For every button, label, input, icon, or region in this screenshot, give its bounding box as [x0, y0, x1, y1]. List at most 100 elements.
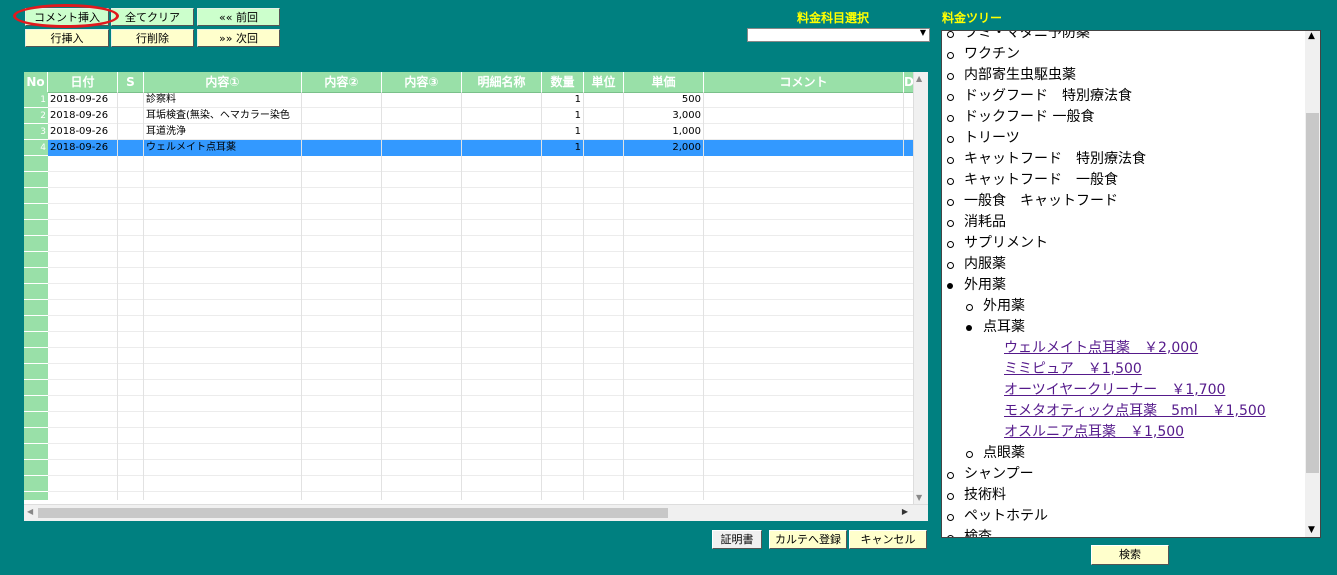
grid-vertical-scrollbar[interactable]: ▲ ▼ [913, 72, 928, 504]
detail-cell[interactable] [462, 124, 542, 140]
content1-cell[interactable]: 診察料 [144, 92, 302, 108]
content2-cell[interactable] [302, 140, 382, 156]
table-row[interactable]: 2018-09-26 耳垢検査(無染、ヘマカラー染色 1 3,000 [48, 108, 914, 124]
qty-cell[interactable]: 1 [542, 108, 584, 124]
tree-subitem[interactable]: 点眼薬 [942, 443, 1320, 464]
tree-item[interactable]: ドッグフード 特別療法食 [942, 86, 1320, 107]
table-row-selected[interactable]: 2018-09-26 ウェルメイト点耳薬 1 2,000 [48, 140, 914, 156]
s-cell[interactable] [118, 92, 144, 108]
scroll-right-icon[interactable]: ▶ [902, 507, 908, 516]
tree-item[interactable]: 内部寄生虫駆虫薬 [942, 65, 1320, 86]
col-date-header: 日付 [48, 72, 118, 92]
search-button[interactable]: 検索 [1091, 545, 1169, 565]
unit-cell[interactable] [584, 124, 624, 140]
date-cell[interactable]: 2018-09-26 [48, 108, 118, 124]
comment-cell[interactable] [704, 124, 904, 140]
detail-cell[interactable] [462, 108, 542, 124]
scroll-left-icon[interactable]: ◀ [27, 507, 33, 516]
unit-cell[interactable] [584, 92, 624, 108]
open-bullet-icon [947, 73, 954, 80]
unit-cell[interactable] [584, 108, 624, 124]
row-delete-button[interactable]: 行削除 [111, 29, 194, 47]
row-number: 1 [40, 95, 46, 105]
tree-item[interactable]: 消耗品 [942, 212, 1320, 233]
tree-item[interactable]: ドックフード 一般食 [942, 107, 1320, 128]
fee-link[interactable]: ウェルメイト点耳薬 ￥2,000 [1004, 340, 1198, 356]
table-row[interactable]: 2018-09-26 診察料 1 500 [48, 92, 914, 108]
detail-cell[interactable] [462, 140, 542, 156]
fee-link[interactable]: オスルニア点耳薬 ￥1,500 [1004, 424, 1184, 440]
date-cell[interactable]: 2018-09-26 [48, 140, 118, 156]
comment-insert-button[interactable]: コメント挿入 [25, 8, 109, 26]
scroll-down-icon[interactable]: ▼ [1308, 525, 1315, 535]
tree-item[interactable]: キャットフード 特別療法食 [942, 149, 1320, 170]
register-chart-button[interactable]: カルテへ登録 [769, 530, 847, 549]
scroll-down-icon[interactable]: ▼ [916, 493, 922, 502]
tree-subitem[interactable]: 外用薬 [942, 296, 1320, 317]
qty-cell[interactable]: 1 [542, 92, 584, 108]
cancel-button[interactable]: キャンセル [849, 530, 927, 549]
scroll-thumb[interactable] [1306, 113, 1319, 473]
content3-cell[interactable] [382, 108, 462, 124]
unit-cell[interactable] [584, 140, 624, 156]
grid-horizontal-scrollbar[interactable]: ◀ ▶ [24, 504, 928, 521]
previous-button[interactable]: «« 前回 [197, 8, 280, 26]
scroll-thumb[interactable] [38, 508, 668, 518]
tree-item[interactable]: キャットフード 一般食 [942, 170, 1320, 191]
col-comment-header: コメント [704, 72, 904, 92]
comment-cell[interactable] [704, 140, 904, 156]
scroll-up-icon[interactable]: ▲ [1308, 31, 1315, 41]
content1-cell[interactable]: 耳垢検査(無染、ヘマカラー染色 [144, 108, 302, 124]
date-cell[interactable]: 2018-09-26 [48, 124, 118, 140]
comment-cell[interactable] [704, 92, 904, 108]
scroll-up-icon[interactable]: ▲ [916, 74, 922, 83]
content3-cell[interactable] [382, 140, 462, 156]
tree-item[interactable]: ペットホテル [942, 506, 1320, 527]
tree-item[interactable]: トリーツ [942, 128, 1320, 149]
tree-item[interactable]: 一般食 キャットフード [942, 191, 1320, 212]
open-bullet-icon [947, 52, 954, 59]
clear-all-button[interactable]: 全てクリア [111, 8, 194, 26]
tree-item[interactable]: 内服薬 [942, 254, 1320, 275]
fee-link[interactable]: ミミピュア ￥1,500 [1004, 361, 1142, 377]
open-bullet-icon [966, 304, 973, 311]
s-cell[interactable] [118, 140, 144, 156]
date-cell[interactable]: 2018-09-26 [48, 92, 118, 108]
tree-item[interactable]: サプリメント [942, 233, 1320, 254]
tree-subitem-expanded[interactable]: 点耳薬 [942, 317, 1320, 338]
row-number-column: 1 2 3 4 [24, 92, 48, 500]
price-cell[interactable]: 2,000 [624, 140, 704, 156]
content2-cell[interactable] [302, 92, 382, 108]
qty-cell[interactable]: 1 [542, 140, 584, 156]
fee-link[interactable]: モメタオティック点耳薬 5ml ￥1,500 [1004, 403, 1266, 419]
col-price-header: 単価 [624, 72, 704, 92]
tree-scrollbar[interactable]: ▲ ▼ [1305, 31, 1320, 537]
content2-cell[interactable] [302, 124, 382, 140]
content1-cell[interactable]: ウェルメイト点耳薬 [144, 140, 302, 156]
tree-item[interactable]: 技術料 [942, 485, 1320, 506]
row-insert-button[interactable]: 行挿入 [25, 29, 109, 47]
tree-item[interactable]: シャンプー [942, 464, 1320, 485]
fee-item-select[interactable]: ▼ [747, 28, 930, 42]
open-bullet-icon [966, 451, 973, 458]
detail-cell[interactable] [462, 92, 542, 108]
certificate-button[interactable]: 証明書 [712, 530, 762, 549]
content1-cell[interactable]: 耳道洗浄 [144, 124, 302, 140]
s-cell[interactable] [118, 124, 144, 140]
qty-cell[interactable]: 1 [542, 124, 584, 140]
price-cell[interactable]: 3,000 [624, 108, 704, 124]
fee-link[interactable]: オーツイヤークリーナー ￥1,700 [1004, 382, 1225, 398]
table-row[interactable]: 2018-09-26 耳道洗浄 1 1,000 [48, 124, 914, 140]
tree-item[interactable]: フミ・マダニ予防薬 [942, 31, 1320, 44]
content3-cell[interactable] [382, 124, 462, 140]
next-button[interactable]: »» 次回 [197, 29, 280, 47]
price-cell[interactable]: 1,000 [624, 124, 704, 140]
tree-item[interactable]: ワクチン [942, 44, 1320, 65]
content3-cell[interactable] [382, 92, 462, 108]
tree-item[interactable]: 検査 [942, 527, 1320, 537]
price-cell[interactable]: 500 [624, 92, 704, 108]
s-cell[interactable] [118, 108, 144, 124]
tree-item-expanded[interactable]: 外用薬 [942, 275, 1320, 296]
content2-cell[interactable] [302, 108, 382, 124]
comment-cell[interactable] [704, 108, 904, 124]
